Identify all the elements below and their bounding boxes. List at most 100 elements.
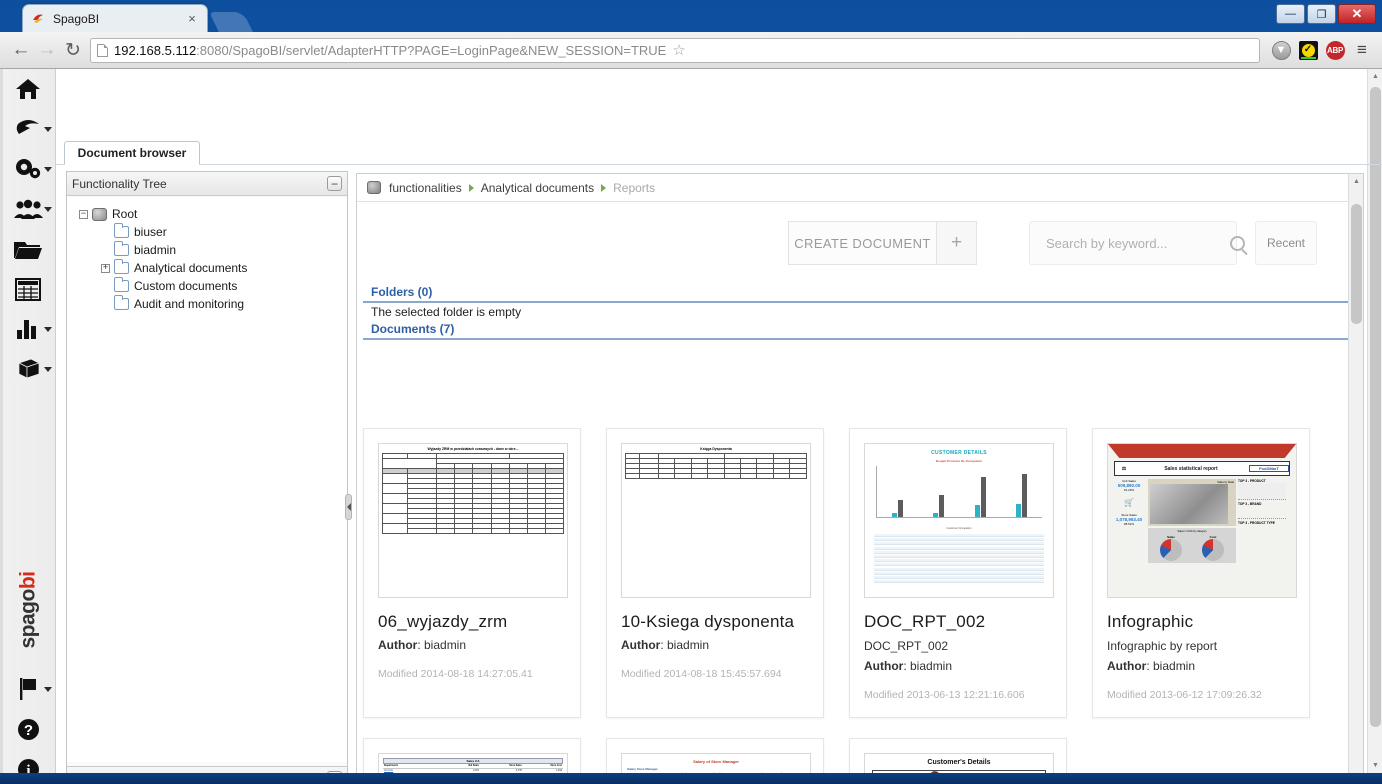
window-bottom-edge [0, 773, 1382, 784]
tree-node-audit-and-monitoring[interactable]: Audit and monitoring [101, 295, 347, 313]
sidebar-item-table[interactable] [0, 269, 56, 309]
chevron-down-icon[interactable] [44, 687, 52, 692]
main-scrollbar[interactable]: ▲ ▼ [1348, 174, 1363, 773]
check-badge-icon[interactable]: ✓ [1296, 38, 1320, 62]
chevron-down-icon[interactable] [44, 127, 52, 132]
document-card[interactable]: Sales CA Departments Unit Sales Store Sa… [363, 738, 581, 773]
collapse-panel-button[interactable]: − [327, 176, 342, 191]
tree-expander-root[interactable]: − [79, 209, 88, 219]
breadcrumb-root-icon [367, 181, 381, 194]
left-panel-accordions: Sort, group and filter + Search + Massiv… [67, 766, 347, 773]
breadcrumb-item-analytical-documents[interactable]: Analytical documents [481, 181, 594, 195]
folder-icon [114, 277, 129, 292]
close-button[interactable]: ✕ [1338, 4, 1376, 24]
thumb-data-rows [874, 534, 1044, 584]
document-thumbnail: ⚖ Sales statistical report FooDMarT Unit… [1107, 443, 1297, 598]
panel-collapse-handle[interactable] [345, 494, 352, 520]
document-card[interactable]: Księga Dysponenta 10-Ksiega dysponenta A… [606, 428, 824, 718]
tab-close-icon[interactable]: × [185, 11, 199, 26]
document-card[interactable]: Wyjazdy ZRM w przedziałach czasowych - d… [363, 428, 581, 718]
chevron-left-icon [346, 503, 351, 511]
thumb-salary-report: Salary of Store Manager Salary Store Man… [622, 754, 810, 773]
download-icon[interactable]: ▼ [1269, 38, 1293, 62]
logo-text-spago: spago [16, 589, 40, 649]
chevron-down-icon[interactable] [44, 367, 52, 372]
sidebar-item-charts[interactable] [0, 309, 56, 349]
reload-button[interactable]: ↻ [60, 37, 86, 63]
scroll-down-arrow-icon[interactable]: ▼ [1368, 758, 1382, 773]
folders-section-title: Folders (0) [363, 284, 1357, 303]
create-document-plus-button[interactable]: + [936, 221, 977, 265]
sidebar-item-info[interactable]: i [0, 749, 56, 773]
document-card[interactable]: Customer's Details Gender: 👨👩 State: OR [849, 738, 1067, 773]
sidebar-item-undo[interactable] [0, 109, 56, 149]
tab-document-browser[interactable]: Document browser [64, 141, 200, 165]
create-document-button[interactable]: CREATE DOCUMENT [788, 221, 936, 265]
search-input[interactable] [1044, 234, 1224, 252]
recent-button[interactable]: Recent [1255, 221, 1317, 265]
page-scrollbar[interactable]: ▲ ▼ [1367, 69, 1382, 773]
minimize-button[interactable]: — [1276, 4, 1305, 24]
document-author: Author: biadmin [864, 659, 953, 673]
tab-underline [56, 164, 1382, 165]
new-tab-button[interactable] [209, 12, 253, 32]
chrome-menu-icon[interactable]: ≡ [1350, 38, 1374, 62]
document-card[interactable]: CUSTOMER DETAILS Bought Products By Occu… [849, 428, 1067, 718]
breadcrumb-item-functionalities[interactable]: functionalities [389, 181, 462, 195]
forward-button[interactable]: → [34, 37, 60, 63]
app-sidebar-rail: spagobi ? i [0, 69, 56, 773]
sidebar-item-folder[interactable] [0, 229, 56, 269]
thumb-brand: FooDMarT [1249, 465, 1289, 472]
accordion-sort-group-filter[interactable]: Sort, group and filter + [67, 766, 347, 773]
thumb-title: Salary of Store Manager [693, 759, 739, 764]
tree-node-label: biuser [134, 225, 167, 239]
functionality-tree-header: Functionality Tree − [67, 172, 347, 196]
thumb-pie-chart [1160, 539, 1182, 561]
documents-section-title: Documents (7) [363, 321, 1357, 340]
breadcrumb-item-reports: Reports [613, 180, 656, 195]
url-bar[interactable]: 192.168.5.112:8080/SpagoBI/servlet/Adapt… [90, 37, 1260, 63]
document-card[interactable]: Salary of Store Manager Salary Store Man… [606, 738, 824, 773]
url-host: 192.168.5.112 [114, 42, 197, 58]
scroll-up-arrow-icon[interactable]: ▲ [1349, 174, 1363, 189]
sidebar-item-help[interactable]: ? [0, 709, 56, 749]
documents-toolbar: CREATE DOCUMENT + Recent [357, 202, 1363, 284]
search-icon[interactable] [1230, 235, 1245, 251]
thumb-table-report-2: Księga Dysponenta [622, 444, 810, 597]
sidebar-item-settings[interactable] [0, 149, 56, 189]
sidebar-item-home[interactable] [0, 69, 56, 109]
search-box[interactable] [1029, 221, 1245, 265]
back-button[interactable]: ← [8, 37, 34, 63]
chevron-down-icon[interactable] [44, 207, 52, 212]
thumb-subtitle: Bought Products By Occupation [935, 459, 983, 463]
tree-node-label: biadmin [134, 243, 177, 257]
sidebar-item-flag[interactable] [0, 669, 56, 709]
adblock-plus-icon[interactable]: ABP [1323, 38, 1347, 62]
tree-node-analytical-documents[interactable]: + Analytical documents [101, 259, 347, 277]
thumb-roof [1108, 444, 1296, 458]
thumb-title: Sales statistical report [1164, 465, 1218, 472]
sidebar-item-cubes[interactable] [0, 349, 56, 389]
sidebar-item-users[interactable] [0, 189, 56, 229]
functionality-tree-body: − Root biuser biadmin + Analytical docum… [67, 197, 347, 762]
page-viewport: spagobi ? i Document browser Functionali… [0, 69, 1382, 773]
chevron-down-icon[interactable] [44, 167, 52, 172]
maximize-button[interactable]: ❐ [1307, 4, 1336, 24]
document-thumbnail: CUSTOMER DETAILS Bought Products By Occu… [864, 443, 1054, 598]
tree-expander-analytical-documents[interactable]: + [101, 263, 110, 273]
tree-node-custom-documents[interactable]: Custom documents [101, 277, 347, 295]
browser-tab[interactable]: SpagoBI × [22, 4, 208, 32]
tree-node-root[interactable]: − Root [79, 205, 347, 223]
bookmark-star-icon[interactable]: ☆ [672, 41, 685, 59]
tree-node-biuser[interactable]: biuser [101, 223, 347, 241]
page-scrollbar-thumb[interactable] [1370, 87, 1381, 727]
folder-icon [114, 295, 129, 310]
document-thumbnail: Wyjazdy ZRM w przedziałach czasowych - d… [378, 443, 568, 598]
document-card[interactable]: ⚖ Sales statistical report FooDMarT Unit… [1092, 428, 1310, 718]
scroll-up-arrow-icon[interactable]: ▲ [1368, 69, 1382, 84]
main-scrollbar-thumb[interactable] [1351, 204, 1362, 324]
author-label: Author [1107, 659, 1147, 673]
folder-icon [114, 223, 129, 238]
tree-node-biadmin[interactable]: biadmin [101, 241, 347, 259]
chevron-down-icon[interactable] [44, 327, 52, 332]
